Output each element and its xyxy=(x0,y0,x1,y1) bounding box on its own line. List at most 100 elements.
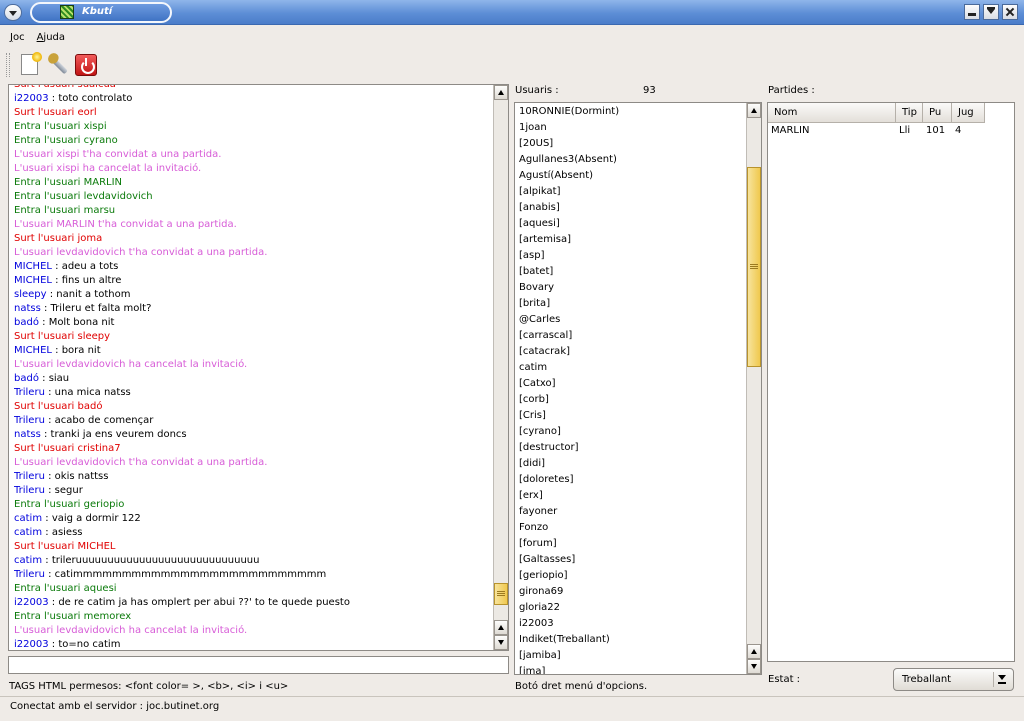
minimize-icon[interactable] xyxy=(964,4,980,20)
list-item[interactable]: [Cris] xyxy=(519,408,745,424)
chat-line: Entra l'usuari aquesi xyxy=(14,583,117,594)
list-item[interactable]: [catacrak] xyxy=(519,344,745,360)
list-item[interactable]: [carrascal] xyxy=(519,328,745,344)
table-row[interactable]: MARLIN Lli 101 4 xyxy=(768,123,1014,139)
chat-nick[interactable]: badó xyxy=(14,373,39,384)
chat-lines: Surt l'usuari sualcua i22003 : toto contr… xyxy=(14,85,492,650)
chat-scroll-thumb[interactable] xyxy=(494,583,508,606)
chat-nick[interactable]: MICHEL xyxy=(14,261,52,272)
chat-separator: : xyxy=(48,597,59,608)
chat-nick[interactable]: i22003 xyxy=(14,597,49,608)
chat-nick[interactable]: catim xyxy=(14,527,42,538)
close-icon[interactable] xyxy=(1002,4,1018,20)
chat-message-text: tranki ja ens veurem doncs xyxy=(50,429,187,440)
chat-line: L'usuari levdavidovich ha cancelat la in… xyxy=(14,625,248,636)
list-item[interactable]: [geriopio] xyxy=(519,568,745,584)
chat-separator: : xyxy=(48,93,59,104)
chat-separator: : xyxy=(40,303,51,314)
list-item[interactable]: [aquesi] xyxy=(519,216,745,232)
toolbar-grip[interactable] xyxy=(6,53,10,77)
chat-line: MICHEL : fins un altre xyxy=(14,274,492,288)
new-game-button[interactable] xyxy=(18,52,42,77)
chat-nick[interactable]: Trileru xyxy=(14,387,45,398)
users-list[interactable]: 10RONNIE(Dormint) 1joan [20US] Agullanes3(A… xyxy=(514,102,762,675)
list-item[interactable]: Agullanes3(Absent) xyxy=(519,152,745,168)
games-col-tip[interactable]: Tip xyxy=(896,103,923,123)
list-item[interactable]: [Catxo] xyxy=(519,376,745,392)
list-item[interactable]: [didi] xyxy=(519,456,745,472)
chat-message-input[interactable] xyxy=(8,656,509,674)
list-item[interactable]: [destructor] xyxy=(519,440,745,456)
chat-scrollbar[interactable] xyxy=(493,85,508,650)
chat-nick[interactable]: i22003 xyxy=(14,639,49,650)
chat-nick[interactable]: sleepy xyxy=(14,289,47,300)
chat-nick[interactable]: Trileru xyxy=(14,415,45,426)
list-item[interactable]: [anabis] xyxy=(519,200,745,216)
chat-nick[interactable]: Trileru xyxy=(14,471,45,482)
list-item[interactable]: [alpikat] xyxy=(519,184,745,200)
maximize-icon[interactable] xyxy=(983,4,999,20)
list-item[interactable]: [brita] xyxy=(519,296,745,312)
chat-log[interactable]: Surt l'usuari sualcua i22003 : toto contr… xyxy=(8,84,509,651)
list-item[interactable]: gloria22 xyxy=(519,600,745,616)
list-item[interactable]: [20US] xyxy=(519,136,745,152)
users-hint: Botó dret menú d'opcions. xyxy=(515,681,648,692)
games-col-pu[interactable]: Pu xyxy=(923,103,952,123)
users-scroll-up2-icon[interactable] xyxy=(747,644,761,659)
menu-ajuda[interactable]: Ajuda xyxy=(31,30,71,45)
list-item[interactable]: [jma] xyxy=(519,664,745,674)
chat-scroll-down-icon[interactable] xyxy=(494,635,508,650)
window-menu-icon[interactable] xyxy=(4,4,22,21)
estat-dropdown[interactable]: Treballant xyxy=(893,668,1014,691)
list-item[interactable]: Agustí(Absent) xyxy=(519,168,745,184)
menu-joc[interactable]: Joc xyxy=(4,30,31,45)
list-item[interactable]: [forum] xyxy=(519,536,745,552)
list-item[interactable]: i22003 xyxy=(519,616,745,632)
list-item[interactable]: [artemisa] xyxy=(519,232,745,248)
users-scrollbar[interactable] xyxy=(746,103,761,674)
chat-nick[interactable]: catim xyxy=(14,513,42,524)
list-item[interactable]: catim xyxy=(519,360,745,376)
list-item[interactable]: 1joan xyxy=(519,120,745,136)
chat-nick[interactable]: catim xyxy=(14,555,42,566)
chat-nick[interactable]: Trileru xyxy=(14,485,45,496)
chat-nick[interactable]: Trileru xyxy=(14,569,45,580)
users-label: Usuaris : xyxy=(515,85,559,96)
list-item[interactable]: [Galtasses] xyxy=(519,552,745,568)
status-separator xyxy=(0,696,1024,697)
chat-nick[interactable]: natss xyxy=(14,303,41,314)
list-item[interactable]: [batet] xyxy=(519,264,745,280)
games-col-jug[interactable]: Jug xyxy=(952,103,985,123)
settings-button[interactable] xyxy=(46,53,70,77)
chat-line: Surt l'usuari sleepy xyxy=(14,331,111,342)
chat-scroll-up2-icon[interactable] xyxy=(494,620,508,635)
chat-nick[interactable]: natss xyxy=(14,429,41,440)
chat-nick[interactable]: MICHEL xyxy=(14,345,52,356)
list-item[interactable]: 10RONNIE(Dormint) xyxy=(519,104,745,120)
chat-separator: : xyxy=(42,527,52,538)
list-item[interactable]: Indiket(Treballant) xyxy=(519,632,745,648)
chat-nick[interactable]: MICHEL xyxy=(14,275,52,286)
chat-nick[interactable]: badó xyxy=(14,317,39,328)
list-item[interactable]: @Carles xyxy=(519,312,745,328)
list-item[interactable]: [doloretes] xyxy=(519,472,745,488)
list-item[interactable]: [cyrano] xyxy=(519,424,745,440)
chat-scroll-up-icon[interactable] xyxy=(494,85,508,100)
users-scroll-up-icon[interactable] xyxy=(747,103,761,118)
list-item[interactable]: Fonzo xyxy=(519,520,745,536)
chat-separator: : xyxy=(42,513,52,524)
chat-nick[interactable]: i22003 xyxy=(14,93,49,104)
list-item[interactable]: [corb] xyxy=(519,392,745,408)
users-scroll-down-icon[interactable] xyxy=(747,659,761,674)
list-item[interactable]: [jamiba] xyxy=(519,648,745,664)
list-item[interactable]: [asp] xyxy=(519,248,745,264)
games-col-nom[interactable]: Nom xyxy=(768,103,896,123)
disconnect-button[interactable] xyxy=(74,53,98,77)
list-item[interactable]: girona69 xyxy=(519,584,745,600)
list-item[interactable]: [erx] xyxy=(519,488,745,504)
chat-line: L'usuari levdavidovich t'ha convidat a u… xyxy=(14,247,268,258)
games-table[interactable]: Nom Tip Pu Jug MARLIN Lli 101 4 xyxy=(767,102,1015,662)
list-item[interactable]: Bovary xyxy=(519,280,745,296)
users-scroll-thumb[interactable] xyxy=(747,166,761,367)
list-item[interactable]: fayoner xyxy=(519,504,745,520)
